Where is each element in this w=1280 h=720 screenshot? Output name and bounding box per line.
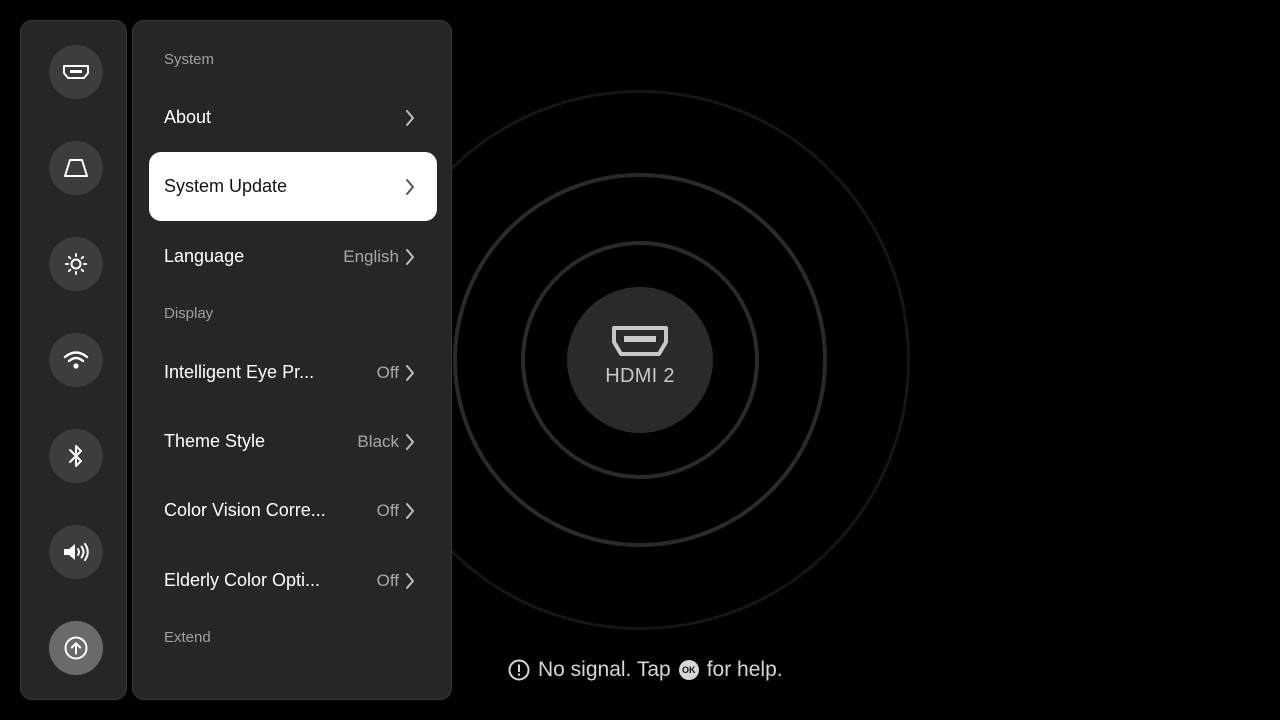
rail-button-keystone[interactable]: [49, 141, 103, 195]
settings-item-label: About: [164, 107, 212, 127]
wifi-icon: [63, 349, 89, 371]
rail-button-input[interactable]: [49, 45, 103, 99]
settings-item-label: Elderly Color Opti...: [164, 570, 321, 590]
brightness-icon: [64, 252, 88, 276]
hdmi-icon: [62, 63, 90, 81]
settings-item-eye-protection[interactable]: Intelligent Eye Pr... Off: [149, 338, 437, 407]
input-source-indicator: HDMI 2: [567, 287, 713, 433]
settings-item-about[interactable]: About: [149, 83, 437, 152]
settings-item-label: Color Vision Corre...: [164, 500, 326, 520]
chevron-right-icon: [405, 178, 415, 196]
quick-settings-rail: [20, 20, 127, 700]
settings-item-value: English: [343, 246, 399, 266]
section-header-system: System: [164, 51, 215, 68]
rail-button-sound[interactable]: [49, 525, 103, 579]
settings-item-label: Intelligent Eye Pr...: [164, 362, 315, 382]
settings-panel: System About System Update Language Engl…: [132, 20, 452, 700]
rail-button-bluetooth[interactable]: [49, 429, 103, 483]
hdmi-port-icon: [611, 325, 669, 357]
settings-item-value: Off: [376, 570, 399, 590]
rail-button-system[interactable]: [49, 621, 103, 675]
chevron-right-icon: [405, 364, 415, 382]
ok-key-icon: OK: [678, 660, 699, 680]
settings-item-elderly-color[interactable]: Elderly Color Opti... Off: [149, 546, 437, 615]
no-signal-message: No signal. Tap OK for help.: [508, 655, 783, 685]
section-header-display: Display: [164, 305, 214, 322]
settings-item-system-update[interactable]: System Update: [149, 152, 437, 221]
chevron-right-icon: [405, 248, 415, 266]
rail-button-wifi[interactable]: [49, 333, 103, 387]
settings-item-value: Black: [357, 431, 399, 451]
section-header-extend: Extend: [164, 629, 211, 646]
rail-button-brightness[interactable]: [49, 237, 103, 291]
settings-item-value: Off: [376, 362, 399, 382]
speaker-icon: [62, 541, 90, 563]
settings-item-language[interactable]: Language English: [149, 222, 437, 291]
arrow-up-circle-icon: [63, 635, 89, 661]
settings-item-label: System Update: [164, 176, 288, 196]
settings-item-color-vision[interactable]: Color Vision Corre... Off: [149, 476, 437, 545]
status-prefix: No signal. Tap: [538, 658, 671, 681]
chevron-right-icon: [405, 502, 415, 520]
projector-screen: HDMI 2 No signal. Tap OK for help. Syste…: [0, 0, 1280, 720]
settings-item-value: Off: [376, 500, 399, 520]
chevron-right-icon: [405, 572, 415, 590]
chevron-right-icon: [405, 109, 415, 127]
chevron-right-icon: [405, 433, 415, 451]
settings-item-label: Language: [164, 246, 245, 266]
bluetooth-icon: [67, 443, 85, 469]
input-source-label: HDMI 2: [605, 364, 675, 387]
warning-circle-icon: [508, 659, 530, 681]
status-suffix: for help.: [706, 658, 783, 681]
keystone-icon: [63, 157, 89, 179]
settings-item-label: Theme Style: [164, 431, 266, 451]
settings-item-theme-style[interactable]: Theme Style Black: [149, 407, 437, 476]
